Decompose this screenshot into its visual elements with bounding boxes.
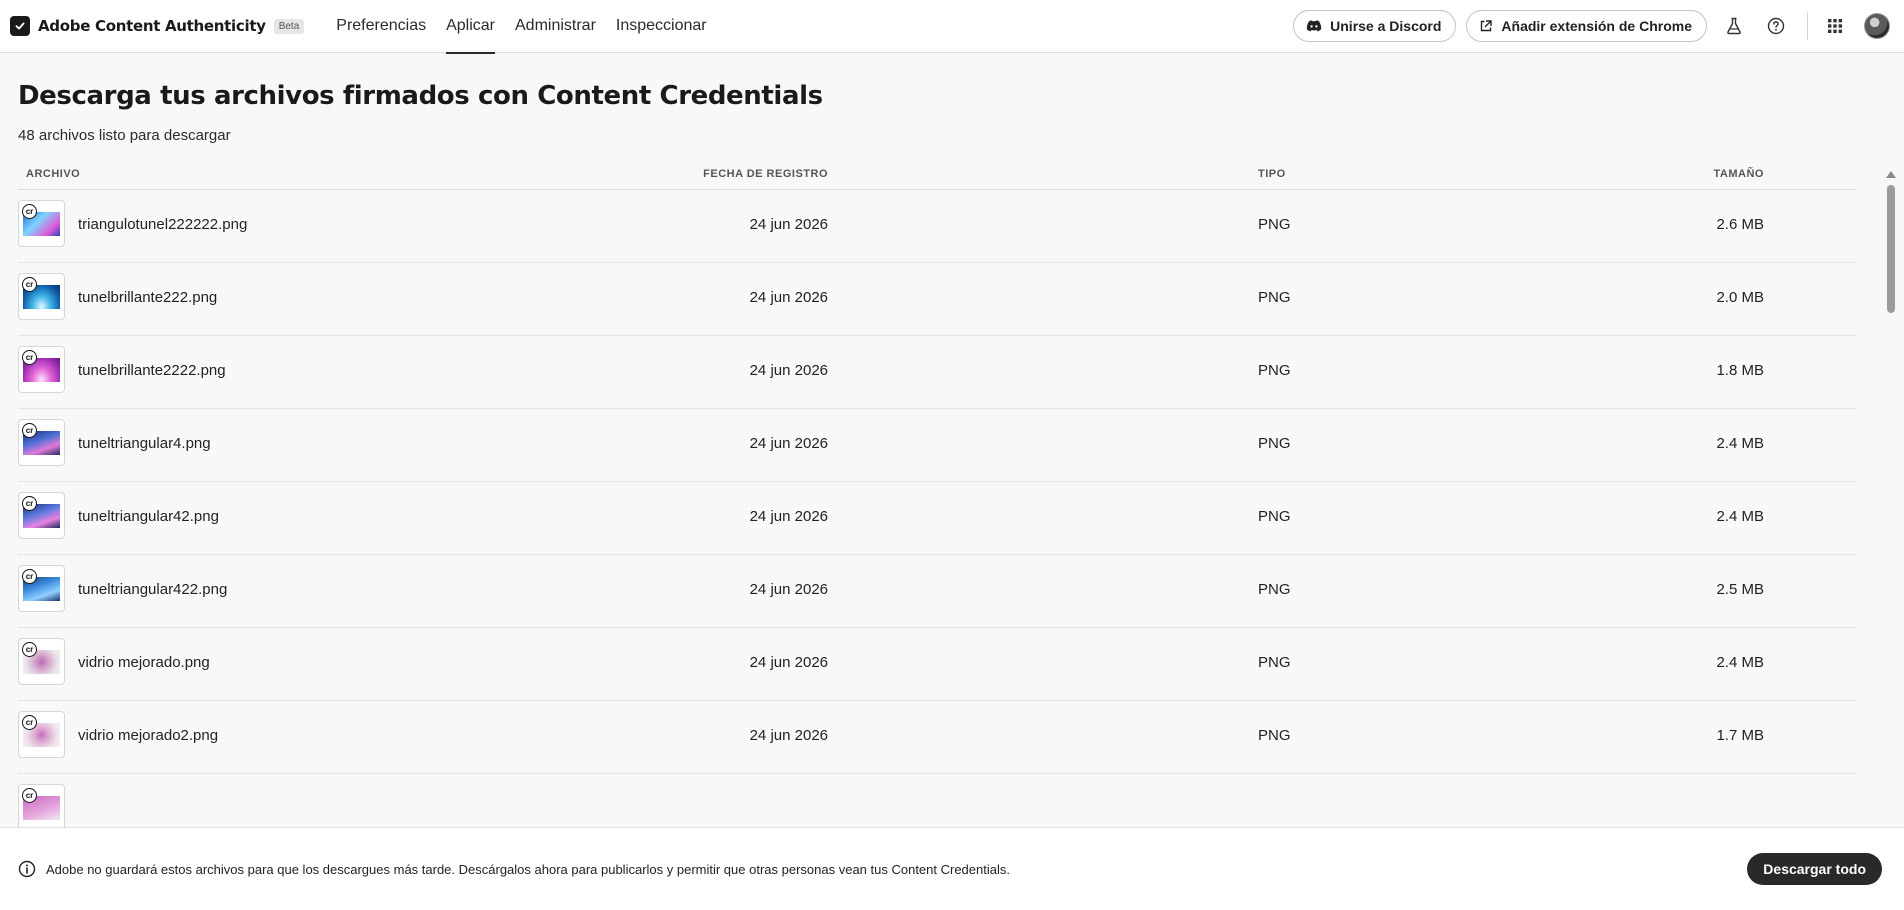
file-name: tuneltriangular4.png [78, 435, 211, 452]
download-all-button[interactable]: Descargar todo [1747, 853, 1882, 885]
content-authenticity-logo-icon [10, 16, 30, 36]
table-row[interactable]: cr tunelbrillante2222.png 24 jun 2026 PN… [18, 336, 1856, 409]
file-size: 2.5 MB [1716, 581, 1764, 598]
file-name: tuneltriangular422.png [78, 581, 228, 598]
header-divider [1807, 12, 1808, 40]
storage-notice: Adobe no guardará estos archivos para qu… [46, 861, 1010, 877]
content-credentials-badge: cr [22, 715, 37, 730]
content-credentials-badge: cr [22, 423, 37, 438]
file-date: 24 jun 2026 [749, 216, 828, 233]
scrollbar-thumb[interactable] [1887, 185, 1895, 313]
table-row[interactable]: cr tuneltriangular4.png 24 jun 2026 PNG … [18, 409, 1856, 482]
content-credentials-badge: cr [22, 204, 37, 219]
table-header: ARCHIVO FECHA DE REGISTRO TIPO TAMAÑO [18, 160, 1856, 190]
join-discord-button[interactable]: Unirse a Discord [1293, 10, 1457, 42]
content-credentials-badge: cr [22, 642, 37, 657]
file-thumbnail: cr [18, 784, 65, 831]
user-avatar[interactable] [1864, 13, 1890, 39]
file-type: PNG [1258, 508, 1291, 525]
table-row[interactable]: cr vidrio mejorado.png 24 jun 2026 PNG 2… [18, 628, 1856, 701]
file-thumbnail: cr [18, 492, 65, 539]
page-title: Descarga tus archivos firmados con Conte… [18, 81, 823, 111]
content-credentials-badge: cr [22, 277, 37, 292]
top-navigation-bar: Adobe Content Authenticity Beta Preferen… [0, 0, 1904, 54]
file-type: PNG [1258, 289, 1291, 306]
add-chrome-extension-label: Añadir extensión de Chrome [1501, 18, 1692, 34]
nav-administrar[interactable]: Administrar [505, 0, 606, 53]
file-date: 24 jun 2026 [749, 362, 828, 379]
file-size: 1.7 MB [1716, 727, 1764, 744]
table-row[interactable]: cr vidrio mejorado2.png 24 jun 2026 PNG … [18, 701, 1856, 774]
header-archivo[interactable]: ARCHIVO [26, 168, 80, 180]
file-date: 24 jun 2026 [749, 654, 828, 671]
file-name: tunelbrillante2222.png [78, 362, 226, 379]
flask-icon [1727, 17, 1741, 35]
external-link-icon [1481, 20, 1493, 32]
file-thumbnail: cr [18, 200, 65, 247]
nav-inspeccionar[interactable]: Inspeccionar [606, 0, 717, 53]
file-date: 24 jun 2026 [749, 435, 828, 452]
file-type: PNG [1258, 435, 1291, 452]
content-credentials-badge: cr [22, 350, 37, 365]
file-date: 24 jun 2026 [749, 727, 828, 744]
help-button[interactable] [1761, 11, 1791, 41]
apps-button[interactable] [1820, 11, 1850, 41]
files-ready-count: 48 archivos listo para descargar [18, 127, 231, 144]
file-date: 24 jun 2026 [749, 508, 828, 525]
file-name: tuneltriangular42.png [78, 508, 219, 525]
file-size: 2.4 MB [1716, 435, 1764, 452]
list-scrollbar[interactable] [1884, 165, 1898, 865]
file-thumbnail: cr [18, 711, 65, 758]
info-icon [18, 860, 36, 878]
scroll-up-arrow[interactable] [1886, 171, 1896, 178]
table-row[interactable]: cr tuneltriangular422.png 24 jun 2026 PN… [18, 555, 1856, 628]
help-icon [1767, 17, 1785, 35]
file-thumbnail: cr [18, 565, 65, 612]
file-thumbnail: cr [18, 346, 65, 393]
brand-name: Adobe Content Authenticity [38, 17, 266, 35]
file-name: vidrio mejorado2.png [78, 727, 219, 744]
file-name: triangulotunel222222.png [78, 216, 248, 233]
labs-button[interactable] [1719, 11, 1749, 41]
file-size: 1.8 MB [1716, 362, 1764, 379]
file-date: 24 jun 2026 [749, 581, 828, 598]
file-type: PNG [1258, 362, 1291, 379]
file-name: vidrio mejorado.png [78, 654, 210, 671]
download-footer: Adobe no guardará estos archivos para qu… [0, 827, 1904, 910]
add-chrome-extension-button[interactable]: Añadir extensión de Chrome [1466, 10, 1707, 42]
file-type: PNG [1258, 654, 1291, 671]
header-tamano[interactable]: TAMAÑO [1714, 168, 1764, 180]
file-size: 2.0 MB [1716, 289, 1764, 306]
header-tipo[interactable]: TIPO [1258, 168, 1286, 180]
nav-aplicar[interactable]: Aplicar [436, 0, 505, 54]
join-discord-label: Unirse a Discord [1330, 18, 1442, 34]
header-actions: Unirse a Discord Añadir extensión de Chr… [1283, 10, 1890, 42]
file-type: PNG [1258, 216, 1291, 233]
content-credentials-badge: cr [22, 496, 37, 511]
table-row[interactable]: cr tuneltriangular42.png 24 jun 2026 PNG… [18, 482, 1856, 555]
file-size: 2.4 MB [1716, 654, 1764, 671]
file-type: PNG [1258, 581, 1291, 598]
brand[interactable]: Adobe Content Authenticity Beta [10, 16, 305, 36]
header-fecha[interactable]: FECHA DE REGISTRO [703, 168, 828, 180]
main-nav: Preferencias Aplicar Administrar Inspecc… [326, 0, 717, 54]
content-credentials-badge: cr [22, 569, 37, 584]
file-thumbnail: cr [18, 419, 65, 466]
file-thumbnail: cr [18, 638, 65, 685]
beta-badge: Beta [273, 18, 305, 34]
file-size: 2.6 MB [1716, 216, 1764, 233]
app-grid-icon [1828, 19, 1842, 33]
table-row[interactable]: cr triangulotunel222222.png 24 jun 2026 … [18, 190, 1856, 263]
file-size: 2.4 MB [1716, 508, 1764, 525]
content-credentials-badge: cr [22, 788, 37, 803]
files-table: ARCHIVO FECHA DE REGISTRO TIPO TAMAÑO cr… [18, 160, 1856, 847]
file-date: 24 jun 2026 [749, 289, 828, 306]
file-thumbnail: cr [18, 273, 65, 320]
nav-preferencias[interactable]: Preferencias [326, 0, 436, 53]
file-type: PNG [1258, 727, 1291, 744]
table-row[interactable]: cr tunelbrillante222.png 24 jun 2026 PNG… [18, 263, 1856, 336]
discord-icon [1306, 20, 1322, 32]
file-name: tunelbrillante222.png [78, 289, 218, 306]
table-body: cr triangulotunel222222.png 24 jun 2026 … [18, 190, 1856, 847]
